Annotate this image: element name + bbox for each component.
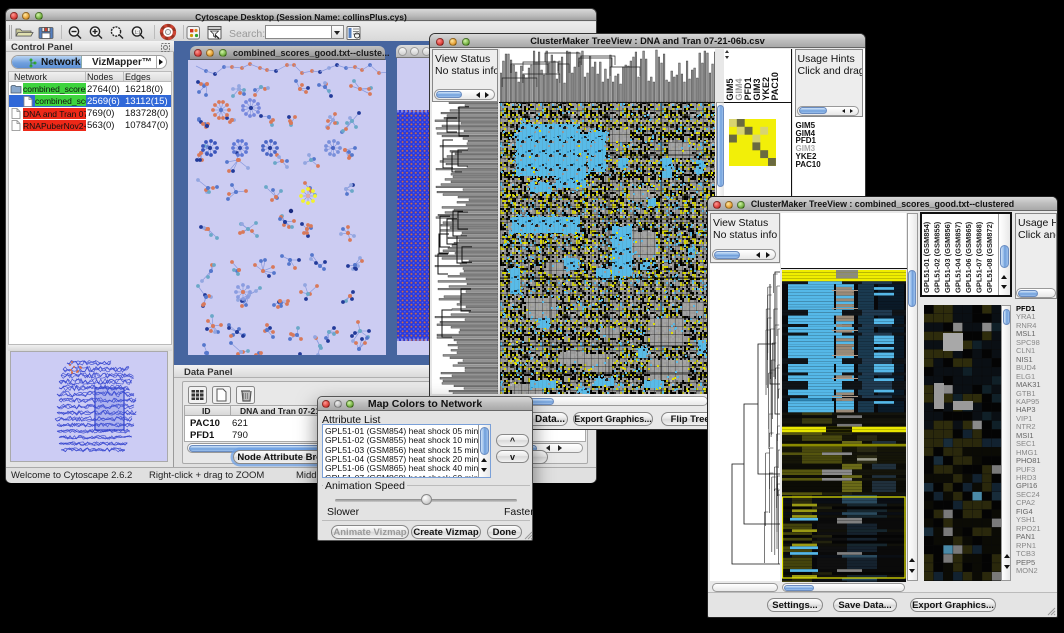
svg-text:GPL51-02 (GSM855): GPL51-02 (GSM855) [933,221,942,293]
svg-text:GPL51-03 (GSM856): GPL51-03 (GSM856) [943,221,952,293]
svg-text:PAC10: PAC10 [770,72,780,100]
svg-text:GPL51-06 (GSM865): GPL51-06 (GSM865) [964,221,973,293]
svg-text:1:1: 1:1 [135,30,142,35]
svg-text:GPL51-04 (GSM857): GPL51-04 (GSM857) [954,221,963,293]
svg-text:GPL51-07 (GSM868): GPL51-07 (GSM868) [975,221,984,293]
svg-text:GPL51-08 (GSM872): GPL51-08 (GSM872) [985,221,994,293]
svg-text:GPL51-01 (GSM854): GPL51-01 (GSM854) [922,221,931,293]
